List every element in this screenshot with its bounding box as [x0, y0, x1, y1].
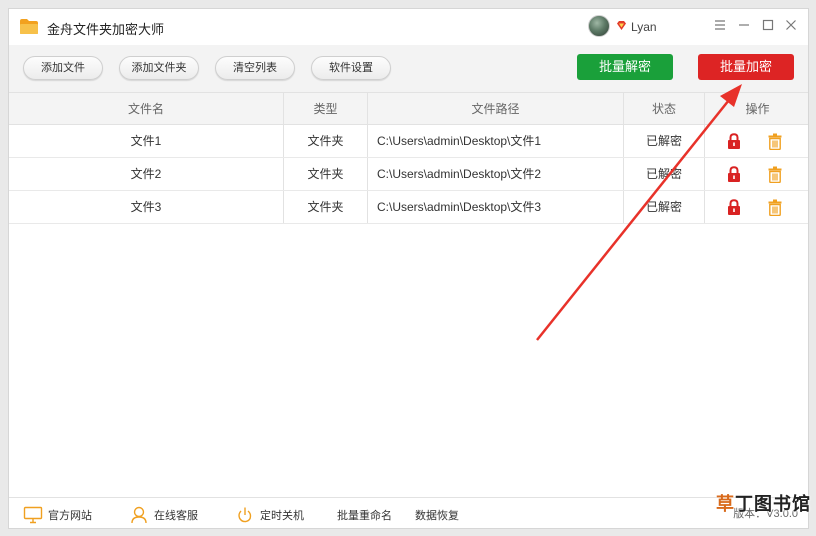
online-support-link[interactable]: 在线客服 [129, 498, 198, 528]
cell-actions [705, 125, 808, 157]
official-website-link[interactable]: 官方网站 [23, 498, 92, 528]
settings-button[interactable]: 软件设置 [311, 56, 391, 80]
trash-icon[interactable] [768, 199, 782, 216]
timed-shutdown-link[interactable]: 定时关机 [235, 498, 304, 528]
watermark: 草丁图书馆 [716, 494, 811, 514]
lock-icon[interactable] [727, 166, 741, 183]
app-window: 金舟文件夹加密大师 Lyan 添加文件 添加文件夹 清空列表 软件设置 批量解密… [8, 8, 809, 529]
username[interactable]: Lyan [631, 20, 657, 34]
headset-icon [131, 506, 147, 523]
vip-diamond-icon [617, 21, 626, 30]
power-icon [238, 507, 252, 522]
header-path[interactable]: 文件路径 [368, 93, 624, 125]
app-title: 金舟文件夹加密大师 [47, 22, 165, 37]
data-recovery-link[interactable]: 数据恢复 [415, 498, 459, 528]
cell-type: 文件夹 [284, 125, 368, 157]
official-website-label: 官方网站 [48, 509, 92, 522]
table-row[interactable]: 文件3 文件夹 C:\Users\admin\Desktop\文件3 已解密 [9, 191, 808, 224]
batch-rename-label: 批量重命名 [337, 509, 392, 522]
header-status[interactable]: 状态 [624, 93, 705, 125]
batch-decrypt-button[interactable]: 批量解密 [577, 54, 673, 80]
data-recovery-label: 数据恢复 [415, 509, 459, 522]
add-file-button[interactable]: 添加文件 [23, 56, 103, 80]
table-row[interactable]: 文件1 文件夹 C:\Users\admin\Desktop\文件1 已解密 [9, 125, 808, 158]
monitor-icon [23, 506, 43, 523]
cell-actions [705, 158, 808, 190]
online-support-label: 在线客服 [154, 509, 198, 522]
table-header: 文件名 类型 文件路径 状态 操作 [9, 93, 808, 125]
cell-type: 文件夹 [284, 158, 368, 190]
maximize-icon[interactable] [760, 17, 776, 33]
clear-list-button[interactable]: 清空列表 [215, 56, 295, 80]
cell-path: C:\Users\admin\Desktop\文件3 [368, 191, 624, 223]
cell-status: 已解密 [624, 158, 705, 190]
toolbar: 添加文件 添加文件夹 清空列表 软件设置 批量解密 批量加密 [9, 45, 808, 93]
trash-icon[interactable] [768, 166, 782, 183]
lock-icon[interactable] [727, 199, 741, 216]
cell-filename: 文件2 [9, 158, 284, 190]
header-actions: 操作 [745, 102, 770, 116]
batch-encrypt-button[interactable]: 批量加密 [698, 54, 794, 80]
cell-filename: 文件1 [9, 125, 284, 157]
folder-logo-icon [20, 19, 38, 34]
header-type[interactable]: 类型 [284, 93, 368, 125]
cell-status: 已解密 [624, 125, 705, 157]
footer-bar: 官方网站 在线客服 定时关机 批量重命名 数据恢复 版本：V3.0.0 [9, 497, 808, 528]
cell-status: 已解密 [624, 191, 705, 223]
header-filename[interactable]: 文件名 [9, 93, 284, 125]
cell-path: C:\Users\admin\Desktop\文件1 [368, 125, 624, 157]
cell-filename: 文件3 [9, 191, 284, 223]
timed-shutdown-label: 定时关机 [260, 509, 304, 522]
table-row[interactable]: 文件2 文件夹 C:\Users\admin\Desktop\文件2 已解密 [9, 158, 808, 191]
menu-icon[interactable] [712, 17, 728, 33]
cell-actions [705, 191, 808, 223]
lock-icon[interactable] [727, 133, 741, 150]
minimize-icon[interactable] [736, 17, 752, 33]
cell-type: 文件夹 [284, 191, 368, 223]
batch-rename-link[interactable]: 批量重命名 [337, 498, 392, 528]
file-table: 文件1 文件夹 C:\Users\admin\Desktop\文件1 已解密 文… [9, 125, 808, 224]
add-folder-button[interactable]: 添加文件夹 [119, 56, 199, 80]
avatar[interactable] [588, 15, 610, 37]
trash-icon[interactable] [768, 133, 782, 150]
title-bar: 金舟文件夹加密大师 Lyan [9, 9, 808, 45]
cell-path: C:\Users\admin\Desktop\文件2 [368, 158, 624, 190]
close-icon[interactable] [783, 17, 799, 33]
